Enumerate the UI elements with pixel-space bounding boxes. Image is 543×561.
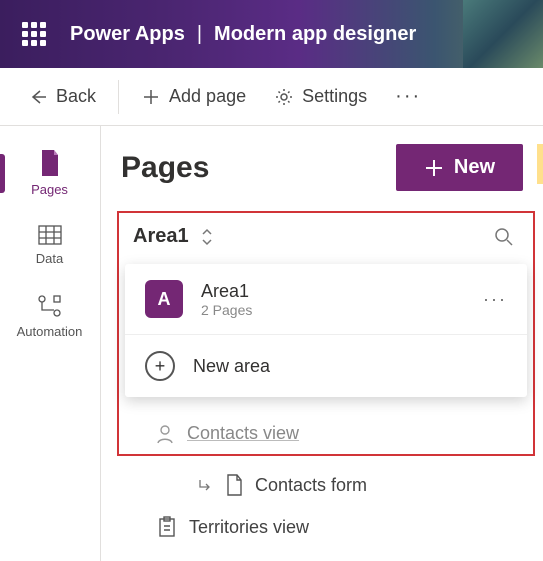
tree-contacts-view[interactable]: Contacts view <box>155 413 533 454</box>
toolbar-divider <box>118 80 119 114</box>
tree-label: Contacts view <box>187 423 299 444</box>
area-item-more[interactable]: ··· <box>483 289 507 310</box>
chevron-updown-icon <box>199 227 215 247</box>
area-item-sub: 2 Pages <box>201 302 465 318</box>
new-area-label: New area <box>193 356 270 377</box>
tree-label: Territories view <box>189 517 309 538</box>
toolbar: Back Add page Settings ··· <box>0 68 543 126</box>
page-title: Pages <box>121 151 209 185</box>
tree-territories-view[interactable]: Territories view <box>157 506 523 548</box>
nav-data-label: Data <box>36 251 63 266</box>
add-page-label: Add page <box>169 86 246 107</box>
gear-icon <box>274 87 294 107</box>
person-icon <box>155 424 175 444</box>
nav-automation[interactable]: Automation <box>0 280 99 353</box>
add-page-button[interactable]: Add page <box>131 80 256 113</box>
toolbar-more-button[interactable]: ··· <box>385 79 431 114</box>
settings-button[interactable]: Settings <box>264 80 377 113</box>
subitem-arrow-icon <box>197 477 213 493</box>
highlighted-region: Area1 A Area1 2 Pages ··· <box>117 211 535 456</box>
area-dropdown-item[interactable]: A Area1 2 Pages ··· <box>125 264 527 335</box>
search-icon[interactable] <box>493 226 515 248</box>
back-button[interactable]: Back <box>18 80 106 113</box>
back-label: Back <box>56 86 96 107</box>
new-button-label: New <box>454 156 495 179</box>
nav-automation-label: Automation <box>17 324 83 339</box>
nav-pages[interactable]: Pages <box>0 136 99 211</box>
area-item-title: Area1 <box>201 281 465 302</box>
area-selector[interactable]: Area1 <box>119 213 533 260</box>
clipboard-icon <box>157 516 177 538</box>
hint-strip <box>537 144 543 184</box>
nav-pages-label: Pages <box>31 182 68 197</box>
waffle-icon[interactable] <box>16 16 52 52</box>
new-button[interactable]: New <box>396 144 523 191</box>
page-icon <box>39 150 61 176</box>
tree-contacts-form[interactable]: Contacts form <box>157 464 523 506</box>
flow-icon <box>37 294 63 318</box>
tree-label: Contacts form <box>255 475 367 496</box>
plus-icon <box>141 87 161 107</box>
new-area-button[interactable]: + New area <box>125 335 527 397</box>
area-dropdown: A Area1 2 Pages ··· + New area <box>125 264 527 397</box>
app-header: Power Apps|Modern app designer <box>0 0 543 68</box>
main-panel: Pages New Area1 <box>100 126 543 561</box>
area-label: Area1 <box>133 225 189 248</box>
settings-label: Settings <box>302 86 367 107</box>
arrow-left-icon <box>28 87 48 107</box>
app-title: Power Apps|Modern app designer <box>70 23 416 46</box>
plus-circle-icon: + <box>145 351 175 381</box>
table-icon <box>38 225 62 245</box>
plus-icon <box>424 158 444 178</box>
header-decorative-image <box>463 0 543 68</box>
nav-data[interactable]: Data <box>0 211 99 280</box>
left-nav: Pages Data Automation <box>0 126 100 561</box>
form-icon <box>225 474 243 496</box>
area-badge: A <box>145 280 183 318</box>
